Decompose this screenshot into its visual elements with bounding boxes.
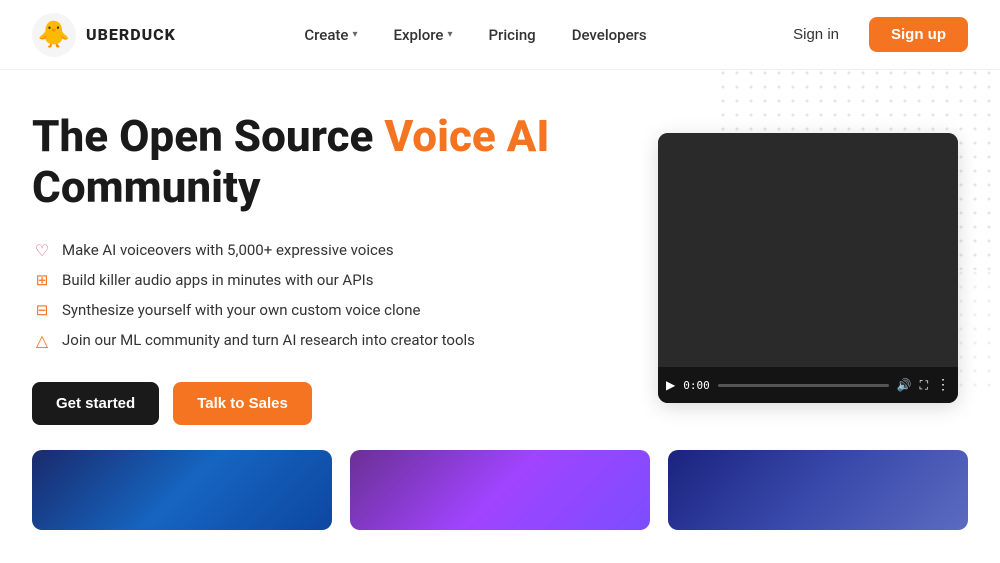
video-timestamp: 0:00 (683, 379, 710, 392)
chevron-down-icon: ▾ (447, 29, 452, 40)
brand-name: UBERDUCK (86, 25, 176, 44)
nav-create[interactable]: Create ▾ (290, 18, 371, 52)
talk-to-sales-button[interactable]: Talk to Sales (173, 382, 312, 425)
video-progress-bar[interactable] (718, 384, 889, 387)
get-started-button[interactable]: Get started (32, 382, 159, 425)
grid-icon: ⊞ (32, 270, 52, 290)
card-1[interactable] (32, 450, 332, 530)
hero-title-part1: The Open Source (32, 110, 384, 162)
hero-title-part2: Community (32, 161, 261, 213)
video-player[interactable]: ▶ 0:00 🔊 ⛶ ⋮ (658, 133, 958, 403)
feature-apis: ⊞ Build killer audio apps in minutes wit… (32, 270, 552, 290)
bottom-cards-row (0, 450, 1000, 540)
hero-title: The Open Source Voice AI Community (32, 111, 552, 212)
fullscreen-icon[interactable]: ⛶ (920, 378, 928, 393)
nav-developers-label: Developers (572, 26, 647, 44)
nav-create-label: Create (304, 26, 348, 44)
logo[interactable]: 🐥 UBERDUCK (32, 13, 176, 57)
nav-explore[interactable]: Explore ▾ (379, 18, 466, 52)
volume-icon[interactable]: 🔊 (897, 378, 912, 392)
card-3[interactable] (668, 450, 968, 530)
hero-video-area: ▶ 0:00 🔊 ⛶ ⋮ (658, 133, 968, 403)
logo-icon: 🐥 (32, 13, 76, 57)
nav-pricing-label: Pricing (488, 26, 535, 44)
chevron-down-icon: ▾ (352, 29, 357, 40)
hero-section: The Open Source Voice AI Community ♡ Mak… (0, 70, 1000, 450)
feature-community-text: Join our ML community and turn AI resear… (62, 331, 475, 349)
hero-buttons: Get started Talk to Sales (32, 382, 552, 425)
feature-voiceovers-text: Make AI voiceovers with 5,000+ expressiv… (62, 241, 394, 259)
video-display (658, 133, 958, 367)
more-options-icon[interactable]: ⋮ (936, 377, 950, 393)
main-nav: Create ▾ Explore ▾ Pricing Developers (290, 18, 660, 52)
signin-button[interactable]: Sign in (775, 18, 857, 51)
nav-developers[interactable]: Developers (558, 18, 661, 52)
feature-community: △ Join our ML community and turn AI rese… (32, 330, 552, 350)
heart-icon: ♡ (32, 240, 52, 260)
card-2[interactable] (350, 450, 650, 530)
nav-pricing[interactable]: Pricing (474, 18, 549, 52)
clone-icon: ⊟ (32, 300, 52, 320)
nav-explore-label: Explore (393, 26, 443, 44)
signup-button[interactable]: Sign up (869, 17, 968, 52)
hero-title-accent: Voice AI (384, 110, 549, 162)
feature-apis-text: Build killer audio apps in minutes with … (62, 271, 374, 289)
flask-icon: △ (32, 330, 52, 350)
header: 🐥 UBERDUCK Create ▾ Explore ▾ Pricing De… (0, 0, 1000, 70)
feature-clone-text: Synthesize yourself with your own custom… (62, 301, 420, 319)
play-button[interactable]: ▶ (666, 378, 675, 392)
feature-voiceovers: ♡ Make AI voiceovers with 5,000+ express… (32, 240, 552, 260)
hero-content: The Open Source Voice AI Community ♡ Mak… (32, 111, 552, 425)
feature-clone: ⊟ Synthesize yourself with your own cust… (32, 300, 552, 320)
video-controls: ▶ 0:00 🔊 ⛶ ⋮ (658, 367, 958, 403)
nav-actions: Sign in Sign up (775, 17, 968, 52)
hero-features-list: ♡ Make AI voiceovers with 5,000+ express… (32, 240, 552, 350)
